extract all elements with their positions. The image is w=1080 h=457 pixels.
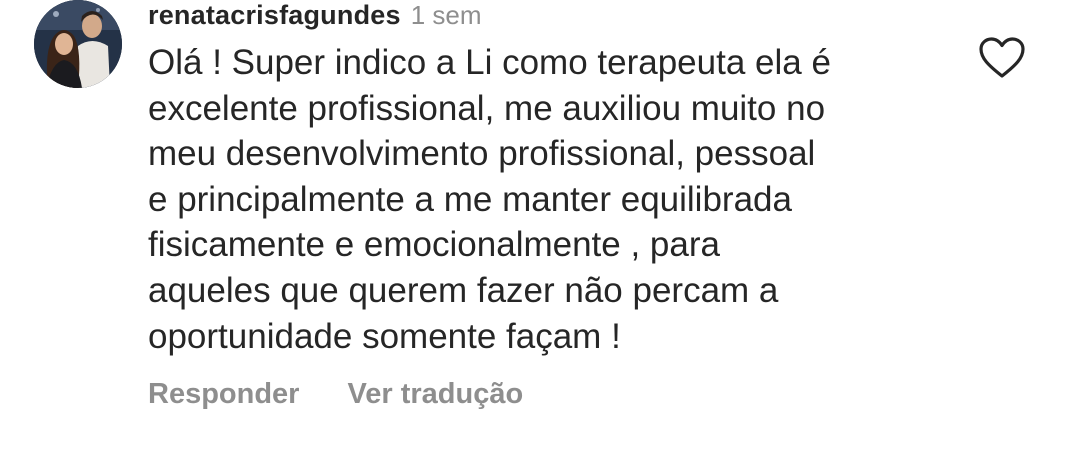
- timestamp[interactable]: 1 sem: [411, 0, 482, 31]
- avatar[interactable]: [34, 0, 122, 88]
- like-button[interactable]: [978, 36, 1026, 80]
- translate-button[interactable]: Ver tradução: [347, 378, 523, 411]
- username[interactable]: renatacrisfagundes: [148, 0, 401, 31]
- comment-text: Olá ! Super indico a Li como terapeuta e…: [148, 40, 948, 359]
- comment-text-line: aqueles que querem fazer não percam a: [148, 270, 779, 310]
- comment-text-line: oportunidade somente façam !: [148, 316, 621, 356]
- comment-text-line: excelente profissional, me auxiliou muit…: [148, 88, 826, 128]
- comment: renatacrisfagundes 1 sem Olá ! Super ind…: [0, 0, 1080, 457]
- comment-text-line: e principalmente a me manter equilibrada: [148, 179, 792, 219]
- reply-button[interactable]: Responder: [148, 378, 299, 411]
- comment-text-line: fisicamente e emocionalmente , para: [148, 225, 720, 265]
- comment-text-line: meu desenvolvimento profissional, pessoa…: [148, 134, 816, 174]
- comment-text-line: Olá ! Super indico a Li como terapeuta e…: [148, 43, 831, 82]
- avatar-photo: [34, 0, 122, 88]
- comment-actions: Responder Ver tradução: [148, 378, 523, 411]
- comment-header: renatacrisfagundes 1 sem: [148, 0, 482, 34]
- heart-outline-icon: [979, 37, 1025, 78]
